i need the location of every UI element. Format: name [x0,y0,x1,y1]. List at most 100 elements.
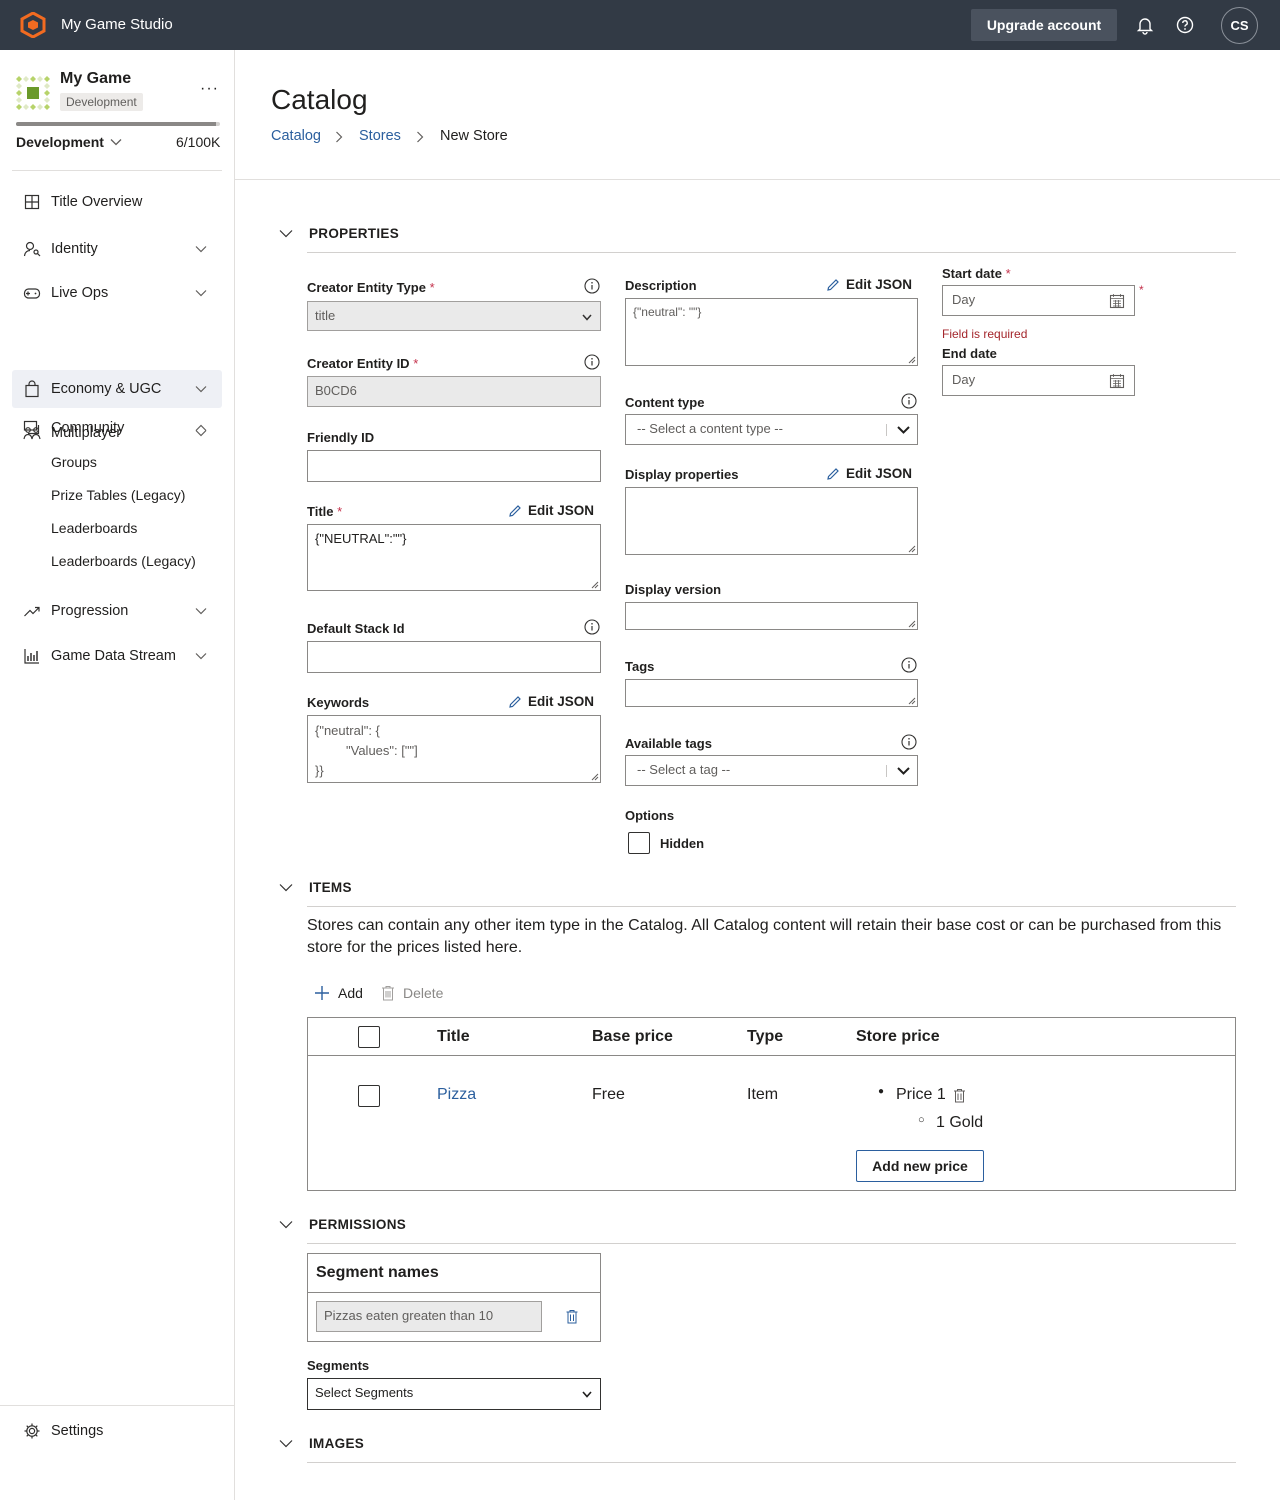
title-textarea[interactable]: {"NEUTRAL":""} [307,524,601,591]
sidebar-item-settings[interactable]: Settings [12,1412,222,1450]
end-date-input[interactable]: Day [942,365,1135,396]
info-icon[interactable] [901,734,917,750]
description-placeholder: {"neutral": ""} [633,305,702,319]
info-icon[interactable] [584,278,600,294]
chevron-down-icon[interactable] [279,883,293,892]
item-title-link[interactable]: Pizza [437,1086,476,1104]
keywords-edit-json-button[interactable]: Edit JSON [508,694,594,709]
sidebar-item-economy-ugc[interactable]: Economy & UGC [12,370,222,408]
calendar-icon[interactable] [1109,373,1125,389]
help-icon[interactable] [1174,14,1196,36]
chevron-down-icon[interactable] [279,1439,293,1448]
sidebar-item-community[interactable]: Community [12,409,222,447]
sidebar-item-label: Game Data Stream [51,648,176,664]
edit-json-label: Edit JSON [846,277,913,292]
display-version-input[interactable] [625,602,918,630]
sidebar-item-title-overview[interactable]: Title Overview [12,183,222,221]
chevron-down-icon[interactable] [279,1220,293,1229]
keywords-textarea[interactable]: {"neutral": { "Values": [""] }} [307,715,601,783]
title-edit-json-button[interactable]: Edit JSON [508,503,594,518]
section-title-permissions[interactable]: PERMISSIONS [309,1217,406,1232]
upgrade-account-button[interactable]: Upgrade account [971,9,1117,41]
creator-entity-type-select[interactable]: title [307,301,601,331]
default-stack-id-input[interactable] [307,641,601,673]
sidebar-subitem-groups[interactable]: Groups [51,454,97,470]
chevron-down-icon[interactable] [279,229,293,238]
creator-entity-id-input[interactable]: B0CD6 [307,376,601,407]
column-header-title[interactable]: Title [437,1028,470,1046]
section-title-properties[interactable]: PROPERTIES [309,226,399,241]
sidebar-item-identity[interactable]: Identity [12,230,222,268]
sidebar-subitem-leaderboards-legacy[interactable]: Leaderboards (Legacy) [51,553,196,569]
friendly-id-input[interactable] [307,450,601,482]
segments-select[interactable]: Select Segments [307,1378,601,1410]
add-new-price-button[interactable]: Add new price [856,1150,984,1182]
delete-item-button[interactable]: Delete [381,985,443,1001]
hidden-checkbox[interactable] [628,832,650,854]
game-name[interactable]: My Game [60,70,131,88]
chevron-down-icon[interactable] [897,767,910,775]
add-item-button[interactable]: Add [314,985,363,1001]
available-tags-combobox[interactable]: -- Select a tag -- [625,755,918,786]
section-title-images[interactable]: IMAGES [309,1436,364,1451]
creator-entity-type-value: title [315,308,336,323]
segment-name-value: Pizzas eaten greaten than 10 [324,1308,494,1323]
bell-icon[interactable] [1134,14,1156,36]
segment-name-input[interactable]: Pizzas eaten greaten than 10 [316,1301,542,1332]
price-amount: 1 Gold [936,1114,984,1131]
end-date-placeholder: Day [952,372,976,387]
trash-icon[interactable] [566,1309,578,1324]
creator-entity-id-label: Creator Entity ID * [307,356,419,371]
chevron-down-icon[interactable] [897,426,910,434]
info-icon[interactable] [584,354,600,370]
resize-grip-icon[interactable] [908,356,916,364]
sidebar-item-label: Live Ops [51,285,109,301]
row-checkbox[interactable] [358,1085,380,1107]
column-header-store-price[interactable]: Store price [856,1028,940,1046]
sidebar-subitem-leaderboards[interactable]: Leaderboards [51,520,137,536]
user-avatar[interactable]: CS [1221,7,1258,44]
select-all-checkbox[interactable] [358,1026,380,1048]
resize-grip-icon[interactable] [908,697,916,705]
sidebar-item-game-data-stream[interactable]: Game Data Stream [12,637,222,675]
description-textarea[interactable]: {"neutral": ""} [625,298,918,366]
info-icon[interactable] [901,393,917,409]
gear-icon [24,1423,40,1439]
section-title-items[interactable]: ITEMS [309,880,352,895]
resize-grip-icon[interactable] [908,620,916,628]
chevron-up-icon [195,424,207,431]
start-date-input[interactable]: Day [942,285,1135,316]
environment-selector[interactable]: Development [16,134,104,150]
resize-grip-icon[interactable] [591,581,599,589]
chevron-right-icon [336,131,343,143]
chevron-down-icon [195,246,207,253]
resize-grip-icon[interactable] [908,545,916,553]
keywords-value-line: }} [315,763,324,778]
sidebar-item-live-ops[interactable]: Live Ops [12,274,222,312]
more-options-icon[interactable]: ··· [200,80,219,98]
sidebar-subitem-prize-tables[interactable]: Prize Tables (Legacy) [51,487,185,503]
studio-name[interactable]: My Game Studio [61,16,173,33]
breadcrumb-stores[interactable]: Stores [359,128,401,144]
calendar-icon[interactable] [1109,293,1125,309]
tags-input[interactable] [625,679,918,707]
studio-logo-icon[interactable] [20,12,46,38]
breadcrumb-catalog[interactable]: Catalog [271,128,321,144]
description-edit-json-button[interactable]: Edit JSON [826,277,912,292]
chevron-down-icon[interactable] [110,138,122,146]
display-properties-edit-json-button[interactable]: Edit JSON [826,466,912,481]
content-type-combobox[interactable]: -- Select a content type -- [625,414,918,445]
display-properties-textarea[interactable] [625,487,918,555]
column-header-type[interactable]: Type [747,1028,783,1046]
bar-chart-icon [24,649,39,664]
info-icon[interactable] [901,657,917,673]
keywords-value-line: "Values": [""] [346,743,418,758]
resize-grip-icon[interactable] [591,773,599,781]
sidebar-item-progression[interactable]: Progression [12,592,222,630]
segment-names-header: Segment names [316,1264,439,1281]
content-type-label: Content type [625,395,705,410]
trash-icon[interactable] [953,1088,966,1103]
column-header-base-price[interactable]: Base price [592,1028,673,1046]
chevron-down-icon [195,653,207,660]
info-icon[interactable] [584,619,600,635]
